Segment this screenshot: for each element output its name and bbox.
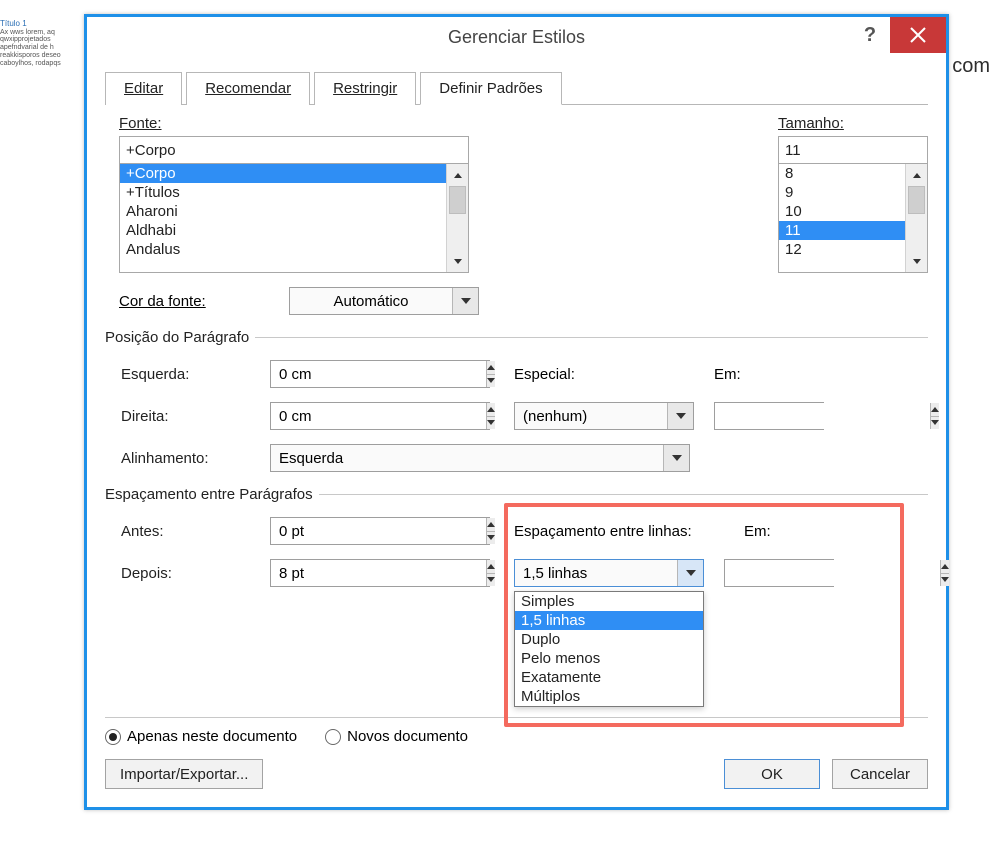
left-indent-input[interactable]	[271, 361, 486, 387]
after-label: Depois:	[105, 565, 270, 582]
special-em-spinner[interactable]	[714, 402, 824, 430]
font-scrollbar[interactable]	[446, 164, 468, 272]
before-label: Antes:	[105, 523, 270, 540]
radio-new-documents[interactable]: Novos documento	[325, 728, 468, 745]
close-icon	[909, 26, 927, 44]
scroll-down-icon[interactable]	[447, 250, 468, 272]
fontcolor-value: Automático	[290, 293, 452, 310]
titlebar: Gerenciar Estilos ?	[87, 17, 946, 57]
em-label: Em:	[714, 366, 764, 383]
radio-this-document[interactable]: Apenas neste documento	[105, 728, 297, 745]
linespacing-em-input[interactable]	[725, 560, 940, 586]
linespacing-option[interactable]: Duplo	[515, 630, 703, 649]
close-button[interactable]	[890, 17, 946, 53]
font-label: Fonte:	[119, 115, 469, 132]
alignment-value: Esquerda	[271, 450, 663, 467]
linespacing-value: 1,5 linhas	[515, 565, 677, 582]
spin-up-icon[interactable]	[487, 518, 495, 532]
special-em-input[interactable]	[715, 403, 930, 429]
ok-button[interactable]: OK	[724, 759, 820, 789]
size-label: Tamanho:	[778, 115, 928, 132]
paragraph-spacing-group: Espaçamento entre Parágrafos Antes: Espa…	[105, 486, 928, 707]
alignment-label: Alinhamento:	[105, 450, 270, 467]
left-indent-label: Esquerda:	[105, 366, 270, 383]
linespacing-label: Espaçamento entre linhas:	[514, 523, 744, 540]
before-input[interactable]	[271, 518, 486, 544]
alignment-dropdown[interactable]: Esquerda	[270, 444, 690, 472]
font-option[interactable]: +Títulos	[120, 183, 468, 202]
font-option[interactable]: Andalus	[120, 240, 468, 259]
size-input[interactable]	[778, 136, 928, 164]
before-spinner[interactable]	[270, 517, 490, 545]
font-option[interactable]: Aharoni	[120, 202, 468, 221]
special-dropdown[interactable]: (nenhum)	[514, 402, 694, 430]
tab-editar[interactable]: Editar	[105, 72, 182, 105]
linespacing-option[interactable]: Múltiplos	[515, 687, 703, 706]
scroll-down-icon[interactable]	[906, 250, 927, 272]
manage-styles-dialog: Gerenciar Estilos ? Editar Recomendar Re…	[84, 14, 949, 810]
spin-down-icon[interactable]	[487, 574, 495, 587]
after-spinner[interactable]	[270, 559, 490, 587]
tab-strip: Editar Recomendar Restringir Definir Pad…	[105, 71, 928, 105]
linespacing-option[interactable]: Simples	[515, 592, 703, 611]
chevron-down-icon[interactable]	[677, 560, 703, 586]
scroll-thumb[interactable]	[908, 186, 925, 214]
spin-up-icon[interactable]	[931, 403, 939, 417]
spin-up-icon[interactable]	[487, 560, 495, 574]
linespacing-em-spinner[interactable]	[724, 559, 834, 587]
size-scrollbar[interactable]	[905, 164, 927, 272]
chevron-down-icon[interactable]	[452, 288, 478, 314]
special-label: Especial:	[514, 366, 714, 383]
radio-this-document-label: Apenas neste documento	[127, 728, 297, 745]
dialog-title: Gerenciar Estilos	[448, 27, 585, 48]
right-indent-spinner[interactable]	[270, 402, 490, 430]
after-input[interactable]	[271, 560, 486, 586]
paragraph-position-legend: Posição do Parágrafo	[105, 329, 255, 346]
spin-down-icon[interactable]	[931, 417, 939, 430]
spin-up-icon[interactable]	[487, 361, 495, 375]
spin-down-icon[interactable]	[487, 417, 495, 430]
font-option[interactable]: +Corpo	[120, 164, 468, 183]
right-indent-label: Direita:	[105, 408, 270, 425]
import-export-button[interactable]: Importar/Exportar...	[105, 759, 263, 789]
scroll-thumb[interactable]	[449, 186, 466, 214]
font-input[interactable]	[119, 136, 469, 164]
scroll-up-icon[interactable]	[447, 164, 468, 186]
fontcolor-label: Cor da fonte:	[119, 293, 289, 310]
right-indent-input[interactable]	[271, 403, 486, 429]
linespacing-dropdown[interactable]: 1,5 linhas	[514, 559, 704, 587]
scroll-up-icon[interactable]	[906, 164, 927, 186]
spin-down-icon[interactable]	[487, 375, 495, 388]
linespacing-options-popup: Simples 1,5 linhas Duplo Pelo menos Exat…	[514, 591, 704, 707]
chevron-down-icon[interactable]	[663, 445, 689, 471]
linespacing-option[interactable]: 1,5 linhas	[515, 611, 703, 630]
spin-down-icon[interactable]	[487, 532, 495, 545]
size-listbox[interactable]: 8 9 10 11 12	[778, 163, 928, 273]
tab-recomendar[interactable]: Recomendar	[186, 72, 310, 105]
left-indent-spinner[interactable]	[270, 360, 490, 388]
cancel-button[interactable]: Cancelar	[832, 759, 928, 789]
spin-up-icon[interactable]	[941, 560, 949, 574]
spin-up-icon[interactable]	[487, 403, 495, 417]
chevron-down-icon[interactable]	[667, 403, 693, 429]
special-value: (nenhum)	[515, 408, 667, 425]
paragraph-spacing-legend: Espaçamento entre Parágrafos	[105, 486, 319, 503]
radio-new-documents-label: Novos documento	[347, 728, 468, 745]
font-option[interactable]: Aldhabi	[120, 221, 468, 240]
font-listbox[interactable]: +Corpo +Títulos Aharoni Aldhabi Andalus	[119, 163, 469, 273]
linespacing-option[interactable]: Pelo menos	[515, 649, 703, 668]
linespacing-em-label: Em:	[744, 523, 794, 540]
fontcolor-dropdown[interactable]: Automático	[289, 287, 479, 315]
tab-restringir[interactable]: Restringir	[314, 72, 416, 105]
paragraph-position-group: Posição do Parágrafo Esquerda: Especial:…	[105, 329, 928, 472]
spin-down-icon[interactable]	[941, 574, 949, 587]
linespacing-option[interactable]: Exatamente	[515, 668, 703, 687]
help-button[interactable]: ?	[850, 17, 890, 53]
tab-definir-padroes[interactable]: Definir Padrões	[420, 72, 561, 105]
